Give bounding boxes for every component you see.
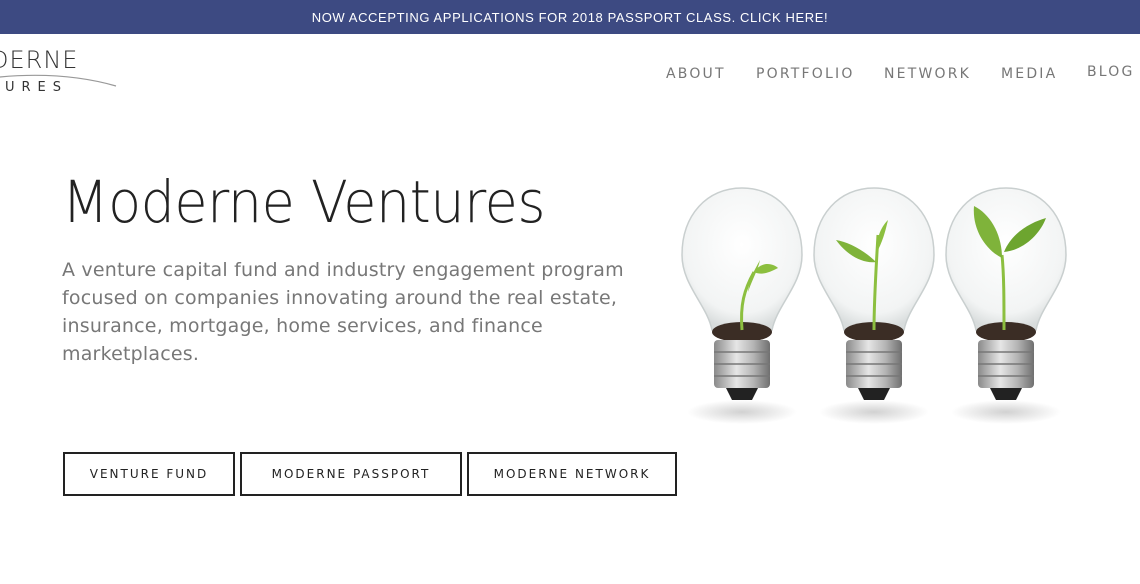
nav-network[interactable]: NETWORK	[884, 66, 971, 82]
nav-portfolio[interactable]: PORTFOLIO	[756, 66, 855, 82]
bulb-1	[681, 187, 803, 424]
nav-about[interactable]: ABOUT	[666, 66, 726, 82]
bulb-2	[813, 187, 935, 424]
moderne-passport-button[interactable]: MODERNE PASSPORT	[240, 452, 462, 496]
nav-blog[interactable]: BLOG	[1087, 64, 1135, 80]
bulb-3	[945, 187, 1067, 424]
nav-media[interactable]: MEDIA	[1001, 66, 1057, 82]
main-nav: ABOUT PORTFOLIO NETWORK MEDIA BLOG	[650, 64, 1140, 88]
venture-fund-label: VENTURE FUND	[89, 467, 209, 481]
hero-description: A venture capital fund and industry enga…	[62, 259, 624, 365]
hero-title: Moderne Ventures	[62, 168, 545, 236]
logo-text-top: DERNE	[0, 46, 79, 74]
announcement-text[interactable]: NOW ACCEPTING APPLICATIONS FOR 2018 PASS…	[312, 10, 829, 25]
announcement-banner[interactable]: NOW ACCEPTING APPLICATIONS FOR 2018 PASS…	[0, 0, 1140, 34]
logo-text-bottom: TURES	[0, 80, 68, 95]
lightbulb-sprout-illustration	[681, 187, 1067, 424]
moderne-network-button[interactable]: MODERNE NETWORK	[467, 452, 677, 496]
logo[interactable]: DERNE TURES	[0, 42, 130, 102]
moderne-network-label: MODERNE NETWORK	[493, 467, 651, 481]
venture-fund-button[interactable]: VENTURE FUND	[63, 452, 235, 496]
moderne-passport-label: MODERNE PASSPORT	[271, 467, 431, 481]
